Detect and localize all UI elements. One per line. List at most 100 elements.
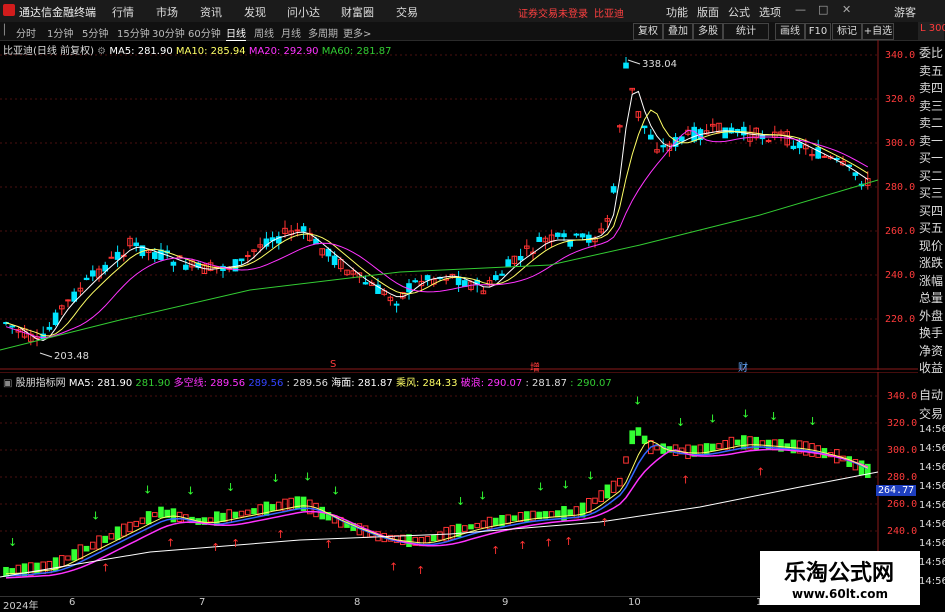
candle (170, 261, 177, 266)
period-more[interactable]: 更多> (343, 25, 371, 40)
axis-label: 240.0 (885, 270, 916, 281)
candle (610, 186, 617, 193)
menu-ask[interactable]: 问小达 (287, 4, 320, 20)
multi-stock-button[interactable]: 多股 (693, 23, 723, 40)
draw-line-button[interactable]: 画线 (775, 23, 805, 40)
guest-label[interactable]: 游客 (894, 4, 916, 20)
indicator-line-magenta (5, 448, 869, 579)
candlestick-chart[interactable] (0, 40, 918, 370)
menu-market[interactable]: 市场 (156, 4, 178, 20)
menu-quotes[interactable]: 行情 (112, 4, 134, 20)
menu-trade[interactable]: 交易 (396, 4, 418, 20)
indicator-bar (276, 501, 282, 511)
period-15min[interactable]: 15分钟 (117, 25, 150, 40)
event-marker-increase[interactable]: 增 (530, 359, 540, 374)
trade-field-label: 14:56 (919, 538, 945, 549)
app-logo-icon (3, 4, 15, 16)
period-timeshare[interactable]: 分时 (16, 25, 36, 40)
date-label: 9 (502, 597, 509, 608)
ind-v4: : 281.87 (525, 378, 567, 389)
menu-info[interactable]: 资讯 (200, 4, 222, 20)
candle (493, 275, 499, 281)
indicator-bar (586, 498, 592, 513)
sell-signal-arrow: ↓ (561, 478, 570, 491)
indicator-line-blue (5, 443, 869, 577)
period-1min[interactable]: 1分钟 (47, 25, 73, 40)
mark-button[interactable]: 标记 (832, 23, 862, 40)
ma20-label: MA20: 292.90 (248, 46, 319, 57)
period-weekly[interactable]: 周线 (254, 25, 274, 40)
axis-label: 280.0 (885, 182, 916, 193)
chart-stock-name: 比亚迪(日线 前复权) (3, 46, 94, 57)
ind-v2: 289.56 (248, 378, 284, 389)
buy-signal-arrow: ↑ (324, 538, 333, 551)
ma60-line (0, 179, 879, 351)
indicator-bar (858, 460, 865, 476)
quote-field-label: 买四 (919, 203, 944, 218)
restore-icon[interactable]: □ (818, 3, 828, 16)
event-marker-finance[interactable]: 财 (738, 359, 748, 374)
candle (536, 236, 543, 242)
indicator-bar (127, 521, 133, 533)
indicator-toggle-icon[interactable]: ▣ (3, 378, 12, 389)
buy-signal-arrow: ↑ (389, 561, 398, 574)
add-watchlist-button[interactable]: +自选 (862, 23, 894, 40)
f10-button[interactable]: F10 (805, 23, 831, 40)
minimize-icon[interactable]: — (795, 3, 806, 16)
candle (455, 276, 462, 286)
collapse-icon[interactable]: ▏ (4, 25, 12, 36)
menu-wealth[interactable]: 财富圈 (341, 4, 374, 20)
candle (790, 145, 797, 149)
candle (362, 282, 369, 285)
period-30min[interactable]: 30分钟 (152, 25, 185, 40)
candle (573, 233, 580, 236)
ind-chengfeng: 乘风: 284.33 (395, 378, 458, 389)
period-multi[interactable]: 多周期 (308, 25, 338, 40)
menu-discover[interactable]: 发现 (244, 4, 266, 20)
stats-button[interactable]: 统计 (723, 23, 769, 40)
indicator-bar (548, 511, 555, 518)
indicator-bar (251, 508, 257, 515)
menu-function[interactable]: 功能 (666, 4, 688, 20)
axis-label: 340.0 (885, 50, 916, 61)
quote-field-label: 买五 (919, 221, 944, 235)
overlay-button[interactable]: 叠加 (663, 23, 693, 40)
ind-v5: : 290.07 (570, 378, 612, 389)
ind-axis-label: 260.0 (887, 499, 918, 510)
quote-field-label: 买三 (919, 186, 944, 200)
indicator-bar (654, 445, 660, 451)
menu-formula[interactable]: 公式 (728, 4, 750, 20)
candle (90, 270, 96, 277)
candle (406, 283, 412, 293)
quote-field-label: 卖四 (919, 81, 944, 95)
quote-field-label: 卖二 (919, 116, 944, 130)
indicator-bar (598, 490, 605, 502)
indicator-bar (232, 511, 239, 519)
adjust-button[interactable]: 复权 (633, 23, 663, 40)
period-daily[interactable]: 日线 (226, 25, 246, 41)
axis-label: 300.0 (885, 138, 916, 149)
trade-field-label: 交易 (919, 407, 944, 421)
indicator-bar (710, 443, 716, 452)
axis-label: 260.0 (885, 226, 916, 237)
candle (300, 226, 307, 232)
candle (238, 258, 245, 262)
period-5min[interactable]: 5分钟 (82, 25, 108, 40)
menu-options[interactable]: 选项 (759, 4, 781, 20)
settings-icon[interactable]: ⚙ (97, 46, 106, 57)
indicator-bar (46, 560, 53, 574)
sell-signal-arrow: ↓ (536, 480, 545, 493)
indicator-name[interactable]: 股朋指标网 (16, 378, 66, 389)
login-notice[interactable]: 证券交易未登录 (518, 5, 588, 20)
candle (660, 145, 667, 148)
candle (517, 255, 524, 261)
period-60min[interactable]: 60分钟 (188, 25, 221, 40)
trade-field-label: 14:56 (919, 500, 945, 511)
event-marker-s[interactable]: S (330, 359, 336, 370)
high-pointer (627, 59, 641, 65)
period-monthly[interactable]: 月线 (281, 25, 301, 40)
indicator-bar (604, 484, 611, 499)
indicator-bar (480, 520, 487, 529)
menu-layout[interactable]: 版面 (697, 4, 719, 20)
close-icon[interactable]: ✕ (842, 3, 851, 16)
